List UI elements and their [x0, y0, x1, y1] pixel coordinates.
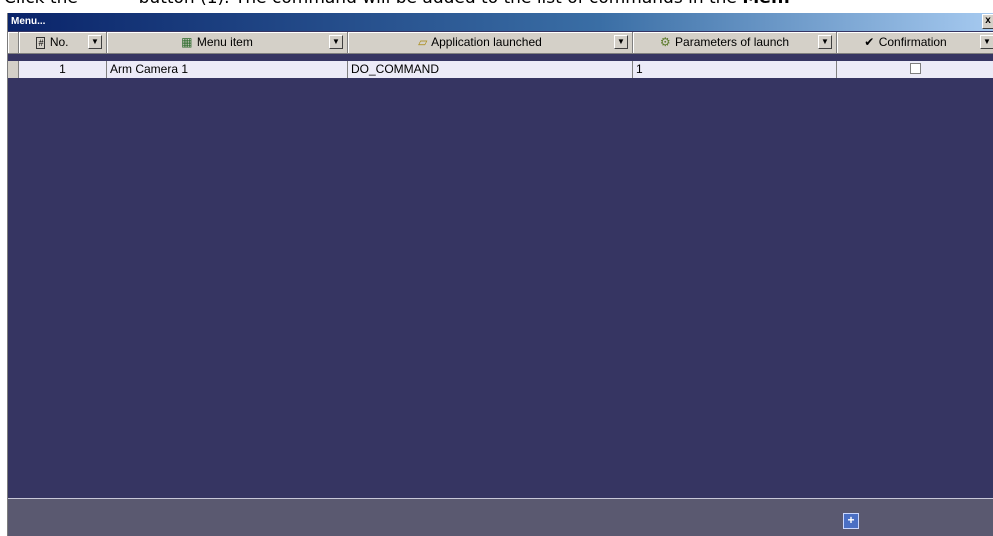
title-bar[interactable]: Menu... x: [8, 13, 993, 31]
column-label-confirmation: Confirmation: [878, 35, 947, 49]
add-command-button[interactable]: +: [843, 513, 859, 529]
menu-window: Menu... x # No. ▼ ▦ Menu item ▼ ▱ Applic…: [7, 13, 993, 536]
cell-parameters[interactable]: 1: [633, 61, 837, 78]
column-header-parameters[interactable]: ⚙ Parameters of launch ▼: [633, 32, 837, 53]
row-selector[interactable]: [8, 61, 19, 78]
table-row[interactable]: 1 Arm Camera 1 DO_COMMAND 1: [8, 61, 993, 78]
gears-icon: ⚙: [659, 35, 671, 49]
cell-no[interactable]: 1: [19, 61, 107, 78]
cell-application[interactable]: DO_COMMAND: [348, 61, 633, 78]
instruction-middle: button (1). The command will be added to…: [139, 0, 737, 8]
column-label-parameters: Parameters of launch: [675, 35, 790, 49]
column-label-menu-item: Menu item: [196, 35, 253, 49]
table-header: # No. ▼ ▦ Menu item ▼ ▱ Application laun…: [8, 32, 993, 54]
page: Click the button (1). The command will b…: [0, 0, 993, 536]
chevron-down-icon[interactable]: ▼: [980, 35, 993, 49]
bottom-panel: +: [8, 499, 993, 536]
row-header-corner: [8, 32, 19, 53]
column-header-application[interactable]: ▱ Application launched ▼: [348, 32, 633, 53]
chevron-down-icon[interactable]: ▼: [329, 35, 343, 49]
instruction-prefix: Click the: [4, 0, 78, 8]
column-header-menu-item[interactable]: ▦ Menu item ▼: [107, 32, 348, 53]
checkmark-icon: ✔: [864, 35, 875, 49]
instruction-bold-tail: Me...: [742, 0, 790, 8]
folder-open-icon: ▱: [418, 35, 428, 49]
chevron-down-icon[interactable]: ▼: [88, 35, 102, 49]
confirmation-checkbox[interactable]: [910, 63, 921, 74]
close-icon: x: [985, 15, 991, 26]
chevron-down-icon[interactable]: ▼: [614, 35, 628, 49]
cell-confirmation[interactable]: [837, 61, 993, 78]
column-label-application: Application launched: [431, 35, 542, 49]
instruction-text: Click the button (1). The command will b…: [4, 0, 790, 8]
column-label-no: No.: [49, 35, 69, 49]
hash-icon: #: [36, 37, 46, 49]
close-button[interactable]: x: [982, 14, 993, 29]
cell-menu-item[interactable]: Arm Camera 1: [107, 61, 348, 78]
column-header-confirmation[interactable]: ✔ Confirmation ▼: [837, 32, 993, 53]
chevron-down-icon[interactable]: ▼: [818, 35, 832, 49]
window-title: Menu...: [11, 16, 46, 27]
plus-icon: +: [847, 513, 855, 527]
column-header-no[interactable]: # No. ▼: [19, 32, 107, 53]
menu-item-icon: ▦: [181, 35, 193, 49]
